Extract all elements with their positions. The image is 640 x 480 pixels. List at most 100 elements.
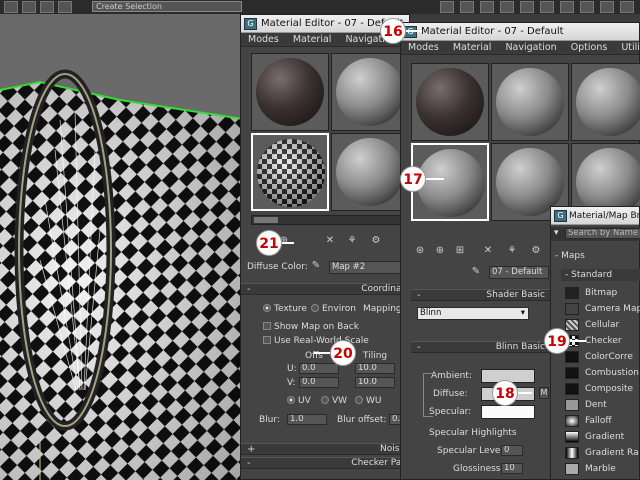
- standard-group-header[interactable]: - Standard: [561, 269, 640, 281]
- map-item-camera-map[interactable]: Camera Map: [563, 301, 640, 317]
- u-offset-field[interactable]: 0.0: [299, 363, 339, 374]
- menu-material[interactable]: Material: [286, 33, 339, 46]
- search-input[interactable]: Search by Name ...: [565, 228, 640, 239]
- environment-icon[interactable]: [560, 1, 574, 13]
- map-name-field[interactable]: Map #2: [329, 261, 411, 274]
- glossiness-label: Glossiness:: [453, 464, 504, 474]
- map-item-marble[interactable]: Marble: [563, 461, 640, 477]
- sample-slot-3[interactable]: [571, 63, 640, 141]
- checkbox-icon: [263, 322, 271, 330]
- blur-field[interactable]: 1.0: [287, 414, 327, 425]
- material-editor-icon[interactable]: [440, 1, 454, 13]
- browser-titlebar[interactable]: G Material/Map Br: [551, 207, 639, 225]
- render-setup-icon[interactable]: [460, 1, 474, 13]
- put-to-library-icon[interactable]: ⚙: [369, 235, 383, 247]
- noise-rollout-header[interactable]: + Noise: [241, 443, 411, 455]
- maps-group-header[interactable]: - Maps: [555, 251, 585, 261]
- make-unique-icon[interactable]: ⚘: [345, 235, 359, 247]
- shader-type-select[interactable]: Blinn ▾: [417, 307, 529, 320]
- render-icon[interactable]: [500, 1, 514, 13]
- v-tiling-field[interactable]: 10.0: [355, 377, 395, 388]
- put-to-scene-icon[interactable]: ⊕: [433, 245, 447, 257]
- eyedropper-icon[interactable]: ✎: [469, 266, 483, 278]
- menu-modes[interactable]: Modes: [401, 41, 446, 54]
- vw-radio[interactable]: VW: [321, 396, 347, 406]
- texture-radio[interactable]: Texture: [263, 304, 307, 314]
- shader-rollout-header[interactable]: - Shader Basic: [411, 289, 551, 301]
- show-map-on-back-label: Show Map on Back: [274, 322, 359, 332]
- map-thumbnail-icon: [565, 431, 579, 443]
- material-name-field[interactable]: 07 - Default: [489, 266, 549, 279]
- menu-navigation[interactable]: Navigation: [498, 41, 563, 54]
- sample-slot-4[interactable]: [331, 133, 409, 211]
- map-item-colorcorre[interactable]: ColorCorre: [563, 349, 640, 365]
- put-to-library-icon[interactable]: ⚙: [529, 245, 543, 257]
- map-item-label: Camera Map: [585, 304, 640, 314]
- map-item-dent[interactable]: Dent: [563, 397, 640, 413]
- coordinates-rollout-header[interactable]: - Coordinat: [241, 283, 411, 295]
- map-item-composite[interactable]: Composite: [563, 381, 640, 397]
- v-offset-field[interactable]: 0.0: [299, 377, 339, 388]
- map-item-label: Cellular: [585, 320, 620, 330]
- ambient-label: Ambient:: [431, 371, 472, 381]
- make-unique-icon[interactable]: ⚘: [505, 245, 519, 257]
- render-frame-icon[interactable]: [480, 1, 494, 13]
- teapot-icon[interactable]: [520, 1, 534, 13]
- callout-18-arrow: [518, 392, 532, 394]
- map-item-gradient-ra[interactable]: Gradient Ra: [563, 445, 640, 461]
- chevron-down-icon[interactable]: ▾: [554, 228, 559, 238]
- uv-radio[interactable]: UV: [287, 396, 311, 406]
- redo-icon[interactable]: [22, 1, 36, 13]
- environ-radio[interactable]: Environ: [311, 304, 356, 314]
- viewport-render: [0, 69, 250, 480]
- show-map-on-back-checkbox[interactable]: Show Map on Back: [263, 322, 359, 332]
- teapot-active-icon[interactable]: [540, 1, 554, 13]
- sample-slot-1[interactable]: [251, 53, 329, 131]
- u-label: U:: [287, 364, 297, 374]
- sample-slot-checker[interactable]: [251, 133, 329, 211]
- lock-bracket[interactable]: [423, 373, 433, 417]
- menu-options[interactable]: Options: [564, 41, 615, 54]
- map-item-gradient[interactable]: Gradient: [563, 429, 640, 445]
- checker-params-rollout-header[interactable]: - Checker Par: [241, 457, 411, 469]
- menu-utilities[interactable]: Utilities: [614, 41, 639, 54]
- unlink-icon[interactable]: [58, 1, 72, 13]
- diffuse-map-button[interactable]: M: [539, 387, 549, 399]
- eyedropper-icon[interactable]: ✎: [309, 260, 323, 272]
- scrollbar-thumb[interactable]: [254, 217, 278, 223]
- collapse-icon: -: [247, 284, 251, 295]
- glossiness-field[interactable]: 10: [501, 463, 523, 474]
- slot-scrollbar[interactable]: [251, 215, 411, 225]
- specular-level-field[interactable]: 0: [501, 445, 523, 456]
- menu-material[interactable]: Material: [446, 41, 499, 54]
- menu-modes[interactable]: Modes: [241, 33, 286, 46]
- undo-icon[interactable]: [4, 1, 18, 13]
- checker-sphere: [257, 139, 325, 207]
- sample-slot-2[interactable]: [331, 53, 409, 131]
- wu-radio[interactable]: WU: [355, 396, 382, 406]
- get-material-icon[interactable]: ⊛: [413, 245, 427, 257]
- viewport[interactable]: [0, 0, 250, 480]
- selection-set-dropdown[interactable]: Create Selection: [92, 1, 242, 12]
- active-shade-icon[interactable]: [620, 1, 634, 13]
- sample-slot-2[interactable]: [491, 63, 569, 141]
- delete-icon[interactable]: ✕: [481, 245, 495, 257]
- blinn-rollout-header[interactable]: - Blinn Basic: [411, 341, 551, 353]
- map-item-falloff[interactable]: Falloff: [563, 413, 640, 429]
- specular-swatch[interactable]: [481, 405, 535, 419]
- map-item-cellular[interactable]: Cellular: [563, 317, 640, 333]
- map-item-bitmap[interactable]: Bitmap: [563, 285, 640, 301]
- u-tiling-field[interactable]: 10.0: [355, 363, 395, 374]
- map-item-combustion[interactable]: Combustion: [563, 365, 640, 381]
- link-icon[interactable]: [40, 1, 54, 13]
- assign-material-icon[interactable]: ⊞: [453, 245, 467, 257]
- slot-sphere: [336, 138, 404, 206]
- shader-title: Shader Basic: [486, 290, 545, 300]
- delete-icon[interactable]: ✕: [323, 235, 337, 247]
- diffuse-label: Diffuse:: [433, 389, 468, 399]
- editor-b-title: Material Editor - 07 - Default: [421, 26, 564, 37]
- editor-b-titlebar[interactable]: G Material Editor - 07 - Default: [401, 23, 639, 41]
- effects-icon[interactable]: [580, 1, 594, 13]
- render-frame-window-icon[interactable]: [600, 1, 614, 13]
- sample-slot-1[interactable]: [411, 63, 489, 141]
